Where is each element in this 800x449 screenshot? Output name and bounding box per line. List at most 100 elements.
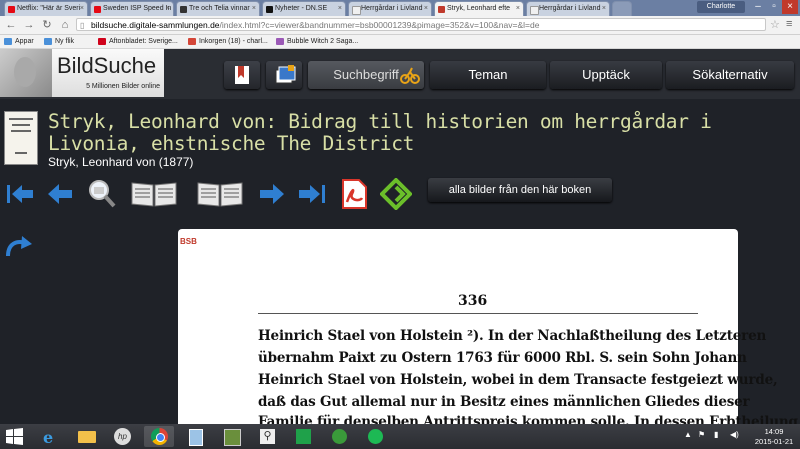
game-icon [276,38,284,45]
back-icon[interactable]: ← [4,18,18,32]
tab-netflix[interactable]: Netflix: "Här är Sveri × [4,1,88,16]
next-page-icon[interactable] [256,178,288,210]
bookmark-gmail[interactable]: Inkorgen (18) - charl... [188,36,268,47]
bsb-favicon-icon [438,6,445,13]
hp-icon[interactable]: hp [108,426,138,447]
bookmark-label: Aftonbladet: Sverige... [109,38,178,45]
double-page-left-icon[interactable] [130,178,178,210]
system-clock[interactable]: 14:09 2015-01-21 [752,427,796,447]
tab-close-icon[interactable]: × [516,2,520,16]
bookmark-star-icon[interactable]: ☆ [770,18,780,31]
aftonbladet-icon [98,38,106,45]
show-hidden-icons-icon[interactable]: ▲ [684,430,692,439]
tab-close-icon[interactable]: × [602,2,606,16]
tab-close-icon[interactable]: × [338,2,342,16]
spotify-icon[interactable] [360,426,390,447]
netflix-favicon-icon [94,6,101,13]
internet-explorer-icon[interactable]: e [36,426,66,447]
themes-button[interactable]: Teman [430,61,546,89]
search-app-icon[interactable]: ⚲ [252,426,282,447]
tab-label: Sweden ISP Speed In [103,5,172,12]
first-page-icon[interactable] [4,178,36,210]
bookmark-label: Appar [15,38,34,45]
tab-label: Herrgårdar i Livland [539,5,601,12]
clock-date: 2015-01-21 [754,437,794,446]
network-icon[interactable]: ▮ [714,430,718,439]
address-bar-row: ← → ↻ ⌂ ▯ bildsuche.digitale-sammlungen.… [0,16,800,35]
search-term-button[interactable]: Suchbegriff [308,61,424,89]
zoom-icon[interactable] [86,178,118,210]
logo-title: BildSuche [57,53,157,78]
url-input[interactable]: ▯ bildsuche.digitale-sammlungen.de/index… [76,18,766,31]
last-page-icon[interactable] [296,178,328,210]
chrome-menu-icon[interactable]: ≡ [786,18,792,30]
apps-grid-icon [4,38,12,45]
chrome-icon[interactable] [144,426,174,447]
bookmark-icon [235,66,249,84]
tab-dn-se[interactable]: Nyheter - DN.SE × [262,1,346,16]
page-scan[interactable]: BSB 336 Heinrich Stael von Holstein ²). … [178,229,798,430]
minimize-icon[interactable]: – [750,0,766,14]
search-options-button[interactable]: Sökalternativ [666,61,794,89]
page-favicon-icon [352,6,361,15]
tab-label: Stryk, Leonhard efte [447,5,511,12]
all-images-button[interactable]: alla bilder från den här boken [428,178,612,202]
site-header: BildSuche 5 Millionen Bilder online Such… [0,49,800,99]
gmail-icon [188,38,196,45]
tab-stryk-active[interactable]: Stryk, Leonhard efte × [434,1,524,16]
tab-label: Herrgårdar i Livland [361,5,423,12]
tab-isp-speed[interactable]: Sweden ISP Speed In × [90,1,174,16]
tab-herrgardar-1[interactable]: Herrgårdar i Livland × [348,1,432,16]
clock-time: 14:09 [764,427,784,436]
library-mark: BSB [180,237,197,246]
windows-start-icon[interactable] [6,428,23,445]
reload-icon[interactable]: ↻ [40,18,54,32]
photo-app-icon[interactable] [216,426,246,447]
pdf-download-icon[interactable] [338,178,370,210]
epub-download-icon[interactable] [380,178,412,210]
forward-icon[interactable]: → [22,18,36,32]
page-divider [258,313,698,314]
volume-icon[interactable]: ◀) [730,430,739,439]
bookmark-aftonbladet[interactable]: Aftonbladet: Sverige... [98,36,178,47]
calculator-icon[interactable] [180,426,210,447]
flag-icon[interactable]: ⚑ [698,430,705,439]
file-explorer-icon[interactable] [72,426,102,447]
tab-close-icon[interactable]: × [166,2,170,16]
profile-button[interactable]: Charlotte [697,1,745,13]
tab-herrgardar-2[interactable]: Herrgårdar i Livland × [526,1,610,16]
rotate-icon[interactable] [4,234,34,262]
close-window-icon[interactable]: × [782,0,798,14]
search-term-label: Suchbegriff [333,67,399,82]
tab-close-icon[interactable]: × [252,2,256,16]
logo-portrait [0,49,52,97]
bookmark-page-button[interactable] [224,61,260,89]
book-title: Stryk, Leonhard von: Bidrag till histori… [48,110,712,155]
bookmark-apps[interactable]: Appar [4,36,34,47]
tab-label: Netflix: "Här är Sveri [17,5,81,12]
bookmark-bubble-witch[interactable]: Bubble Witch 2 Saga... [276,36,358,47]
page-text-line: übernahm Paixt zu Ostern 1763 für 6000 R… [258,350,747,366]
double-page-right-icon[interactable] [196,178,244,210]
bookmark-label: Bubble Witch 2 Saga... [287,38,359,45]
cyclist-icon [400,67,420,84]
previous-page-icon[interactable] [44,178,76,210]
tab-close-icon[interactable]: × [424,2,428,16]
tab-label: Nyheter - DN.SE [275,5,328,12]
page-icon [44,38,52,45]
book-thumbnail[interactable] [4,111,38,165]
home-icon[interactable]: ⌂ [58,18,72,32]
store-icon[interactable] [288,426,318,447]
image-collection-icon [275,65,296,84]
new-tab-button[interactable] [612,1,632,16]
site-logo[interactable]: BildSuche 5 Millionen Bilder online [52,49,164,97]
restore-icon[interactable]: ▫ [766,0,782,14]
url-path: /index.html?c=viewer&bandnummer=bsb00001… [219,20,540,30]
tab-tre-telia[interactable]: Tre och Telia vinnar × [176,1,260,16]
bookmarks-bar: Appar Ny flik Aftonbladet: Sverige... In… [0,35,800,49]
lightbox-button[interactable] [266,61,302,89]
tab-close-icon[interactable]: × [80,2,84,16]
discover-button[interactable]: Upptäck [550,61,662,89]
xbox-music-icon[interactable] [324,426,354,447]
bookmark-new-tab[interactable]: Ny flik [44,36,74,47]
